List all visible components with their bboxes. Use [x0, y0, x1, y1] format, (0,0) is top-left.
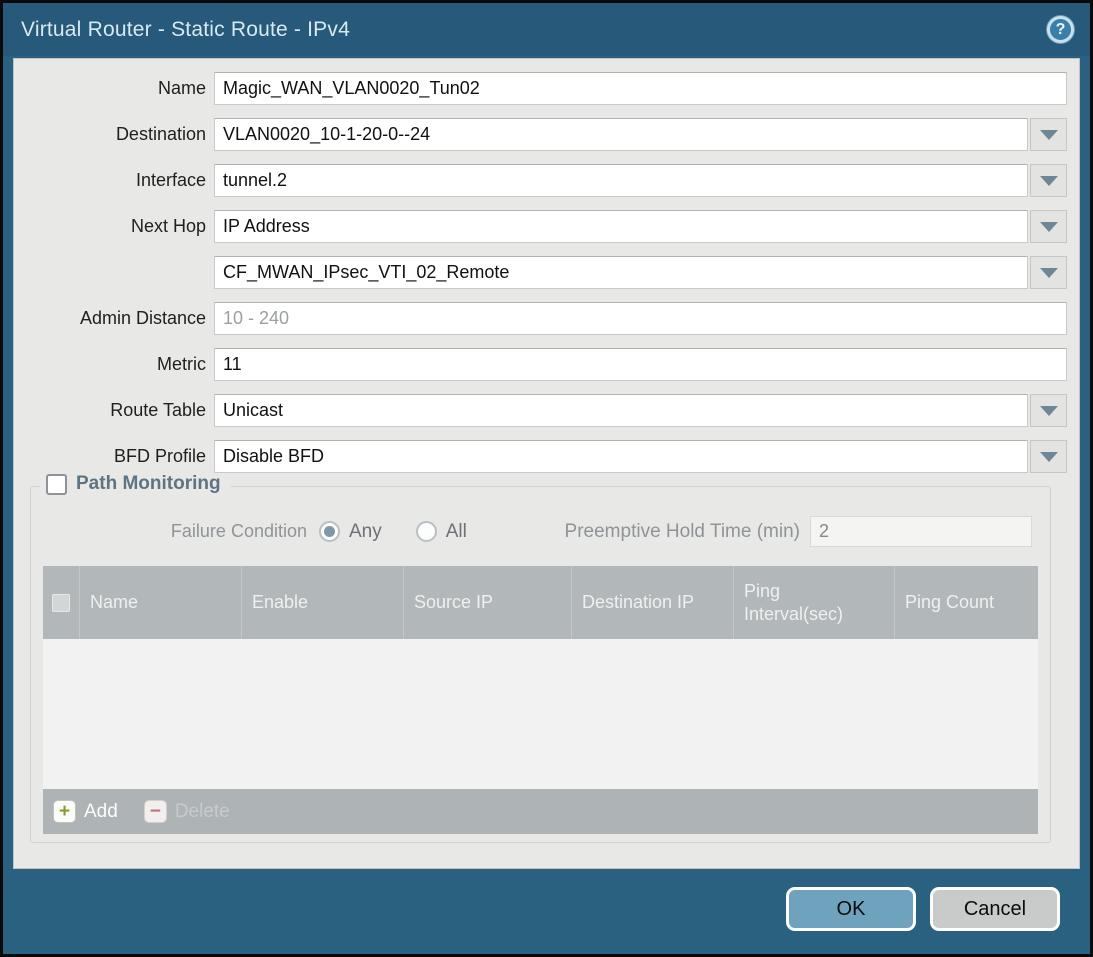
form-row-next-hop: Next Hop: [14, 210, 1067, 243]
titlebar: Virtual Router - Static Route - IPv4 ?: [3, 3, 1090, 56]
add-button-label: Add: [84, 801, 118, 823]
table-header-name: Name: [79, 566, 241, 639]
failure-condition-all-label: All: [446, 521, 467, 543]
dialog-title: Virtual Router - Static Route - IPv4: [21, 18, 350, 42]
next-hop-label: Next Hop: [14, 216, 206, 237]
failure-condition-label: Failure Condition: [37, 521, 307, 542]
interface-input[interactable]: [214, 164, 1028, 197]
route-table-label: Route Table: [14, 400, 206, 421]
dialog-content: Name Destination Interface: [13, 58, 1080, 869]
select-all-checkbox: [52, 594, 70, 612]
table-body-empty: [43, 639, 1038, 789]
table-header-source-ip: Source IP: [403, 566, 571, 639]
table-header-destination-ip: Destination IP: [571, 566, 733, 639]
dialog-frame: Virtual Router - Static Route - IPv4 ? N…: [3, 3, 1090, 954]
next-hop-address-input[interactable]: [214, 256, 1028, 289]
chevron-down-icon: [1040, 268, 1058, 278]
chevron-down-icon: [1040, 176, 1058, 186]
add-button[interactable]: + Add: [53, 800, 118, 823]
failure-condition-row: Failure Condition Any All Preemptive Hol…: [37, 515, 1044, 548]
plus-icon: +: [53, 800, 76, 823]
path-monitoring-legend: Path Monitoring: [40, 473, 231, 495]
path-monitoring-section: Path Monitoring Failure Condition Any Al…: [30, 486, 1051, 843]
destination-label: Destination: [14, 124, 206, 145]
form-row-interface: Interface: [14, 164, 1067, 197]
minus-icon: −: [144, 800, 167, 823]
route-table-input[interactable]: [214, 394, 1028, 427]
preemptive-hold-time-label: Preemptive Hold Time (min): [565, 521, 800, 543]
destination-dropdown-button[interactable]: [1030, 118, 1067, 151]
next-hop-address-dropdown-button[interactable]: [1030, 256, 1067, 289]
name-input[interactable]: [214, 72, 1067, 105]
chevron-down-icon: [1040, 452, 1058, 462]
dialog-window: Virtual Router - Static Route - IPv4 ? N…: [0, 0, 1093, 957]
name-label: Name: [14, 78, 206, 99]
route-table-dropdown-button[interactable]: [1030, 394, 1067, 427]
table-header-row: Name Enable Source IP Destination IP Pin…: [43, 566, 1038, 639]
metric-input[interactable]: [214, 348, 1067, 381]
dialog-footer: OK Cancel: [786, 887, 1060, 931]
path-monitoring-table: Name Enable Source IP Destination IP Pin…: [43, 566, 1038, 834]
delete-button: − Delete: [144, 800, 230, 823]
failure-condition-any-radio: [319, 521, 340, 542]
interface-label: Interface: [14, 170, 206, 191]
next-hop-type-input[interactable]: [214, 210, 1028, 243]
form-row-bfd-profile: BFD Profile: [14, 440, 1067, 473]
help-icon[interactable]: ?: [1047, 16, 1074, 43]
destination-input[interactable]: [214, 118, 1028, 151]
form-row-destination: Destination: [14, 118, 1067, 151]
form-row-route-table: Route Table: [14, 394, 1067, 427]
ok-button[interactable]: OK: [786, 887, 916, 931]
interface-dropdown-button[interactable]: [1030, 164, 1067, 197]
preemptive-hold-time-input: [810, 516, 1032, 547]
table-header-checkbox-cell: [43, 566, 79, 639]
path-monitoring-title: Path Monitoring: [76, 473, 221, 495]
radio-dot: [324, 526, 335, 537]
path-monitoring-checkbox[interactable]: [46, 474, 67, 495]
form-row-metric: Metric: [14, 348, 1067, 381]
form-row-next-hop-address: [14, 256, 1067, 289]
admin-distance-label: Admin Distance: [14, 308, 206, 329]
metric-label: Metric: [14, 354, 206, 375]
table-header-enable: Enable: [241, 566, 403, 639]
admin-distance-input[interactable]: [214, 302, 1067, 335]
form-row-name: Name: [14, 72, 1067, 105]
table-footer-bar: + Add − Delete: [43, 789, 1038, 834]
chevron-down-icon: [1040, 130, 1058, 140]
next-hop-type-dropdown-button[interactable]: [1030, 210, 1067, 243]
chevron-down-icon: [1040, 406, 1058, 416]
form-row-admin-distance: Admin Distance: [14, 302, 1067, 335]
table-header-ping-count: Ping Count: [894, 566, 1038, 639]
failure-condition-all-radio: [416, 521, 437, 542]
delete-button-label: Delete: [175, 801, 230, 823]
chevron-down-icon: [1040, 222, 1058, 232]
table-header-ping-interval: Ping Interval(sec): [733, 566, 894, 639]
help-glyph: ?: [1056, 21, 1066, 39]
failure-condition-any-label: Any: [349, 521, 382, 543]
cancel-button[interactable]: Cancel: [930, 887, 1060, 931]
bfd-profile-dropdown-button[interactable]: [1030, 440, 1067, 473]
bfd-profile-input[interactable]: [214, 440, 1028, 473]
bfd-profile-label: BFD Profile: [14, 446, 206, 467]
